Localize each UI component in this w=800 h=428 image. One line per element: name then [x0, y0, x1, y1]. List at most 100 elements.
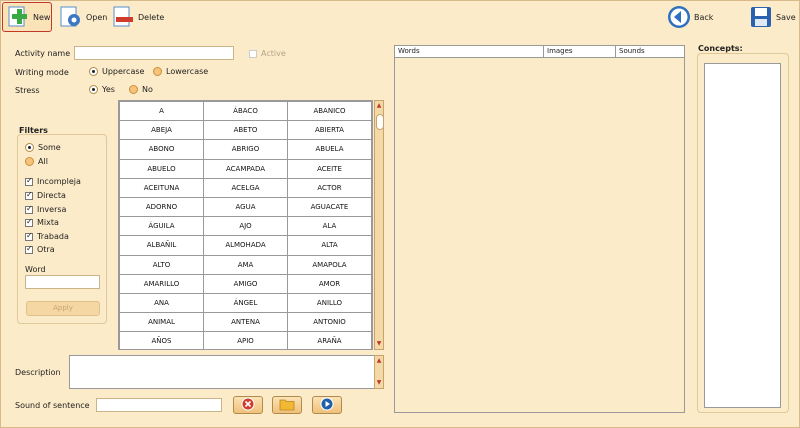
directa-checkbox[interactable] [25, 190, 33, 200]
description-scrollbar[interactable]: ▲ ▼ [374, 355, 384, 389]
lowercase-radio[interactable] [153, 67, 162, 76]
incompleja-checkbox[interactable] [25, 176, 33, 186]
sound-input[interactable] [96, 398, 222, 412]
word-cell[interactable]: AÑOS [119, 331, 204, 349]
save-button[interactable]: Save [746, 2, 799, 32]
stress-no-radio[interactable] [129, 85, 138, 94]
word-grid-row: ANA ÁNGEL ANILLO [119, 292, 372, 314]
clear-sound-button[interactable] [233, 396, 263, 414]
inversa-checkbox[interactable] [25, 204, 33, 214]
concepts-list[interactable] [704, 63, 781, 408]
some-radio[interactable] [25, 143, 34, 152]
word-cell[interactable]: ABIERTA [287, 120, 372, 141]
word-cell[interactable]: AJO [203, 216, 288, 237]
word-cell[interactable]: ALTO [119, 254, 204, 275]
back-button[interactable]: Back [664, 2, 716, 32]
word-grid-scrollbar[interactable]: ▲ ▼ [374, 100, 384, 350]
delete-label: Delete [138, 12, 165, 22]
word-cell[interactable]: ABUELA [287, 139, 372, 160]
word-cell[interactable]: ALTA [287, 235, 372, 256]
scroll-up-icon[interactable]: ▲ [375, 102, 383, 110]
word-grid-row: ANIMAL ANTENA ANTONIO [119, 312, 372, 333]
stress-no-label: No [142, 85, 153, 94]
word-cell[interactable]: ANA [119, 292, 204, 314]
word-cell[interactable]: A [119, 101, 204, 122]
scroll-thumb[interactable] [376, 114, 384, 130]
filter-directa[interactable]: Directa [25, 190, 66, 200]
word-cell[interactable]: ANTONIO [287, 312, 372, 333]
folder-icon [279, 398, 295, 413]
word-cell[interactable]: ACTOR [287, 177, 372, 198]
word-cell[interactable]: ACEITUNA [119, 177, 204, 198]
word-cell[interactable]: ACELGA [203, 177, 288, 198]
filter-mixta[interactable]: Mixta [25, 217, 59, 227]
word-cell[interactable]: ABRIGO [203, 139, 288, 160]
word-cell[interactable]: AMAPOLA [287, 254, 372, 275]
word-cell[interactable]: ADORNO [119, 196, 204, 218]
word-cell[interactable]: ANILLO [287, 292, 372, 314]
word-cell[interactable]: ÁBACO [203, 101, 288, 122]
word-cell[interactable]: ARAÑA [287, 331, 372, 349]
all-radio[interactable] [25, 157, 34, 166]
word-cell[interactable]: ABUELO [119, 158, 204, 179]
writing-mode-lowercase-option[interactable]: Lowercase [153, 67, 208, 76]
uppercase-radio[interactable] [89, 67, 98, 76]
otra-checkbox[interactable] [25, 244, 33, 254]
stress-label: Stress [15, 86, 40, 95]
word-cell[interactable]: AMOR [287, 273, 372, 294]
sound-label: Sound of sentence [15, 401, 90, 410]
stress-no-option[interactable]: No [129, 85, 153, 94]
writing-mode-uppercase-option[interactable]: Uppercase [89, 67, 144, 76]
word-cell[interactable]: ALA [287, 216, 372, 237]
word-cell[interactable]: ABEJA [119, 120, 204, 141]
word-cell[interactable]: ABETO [203, 120, 288, 141]
delete-button[interactable]: Delete [108, 2, 167, 32]
stress-yes-radio[interactable] [89, 85, 98, 94]
all-label: All [38, 157, 48, 166]
word-cell[interactable]: ABONO [119, 139, 204, 160]
filter-otra[interactable]: Otra [25, 244, 55, 254]
words-column-header[interactable]: Words [395, 46, 544, 57]
word-cell[interactable]: AMIGO [203, 273, 288, 294]
word-cell[interactable]: AMA [203, 254, 288, 275]
trabada-checkbox[interactable] [25, 231, 33, 241]
some-label: Some [38, 143, 61, 152]
active-checkbox[interactable] [249, 49, 257, 58]
word-cell[interactable]: ÁGUILA [119, 216, 204, 237]
description-scroll-down-icon[interactable]: ▼ [375, 379, 383, 387]
filter-all-option[interactable]: All [25, 157, 48, 166]
mixta-checkbox[interactable] [25, 217, 33, 227]
word-cell[interactable]: ANTENA [203, 312, 288, 333]
word-cell[interactable]: AMARILLO [119, 273, 204, 294]
filter-some-option[interactable]: Some [25, 143, 61, 152]
word-cell[interactable]: AGUACATE [287, 196, 372, 218]
open-button[interactable]: Open [56, 2, 110, 32]
word-cell[interactable]: ACAMPADA [203, 158, 288, 179]
word-cell[interactable]: ANIMAL [119, 312, 204, 333]
description-textarea[interactable] [69, 355, 375, 389]
scroll-down-icon[interactable]: ▼ [375, 340, 383, 348]
word-cell[interactable]: APIO [203, 331, 288, 349]
play-sound-button[interactable] [312, 396, 342, 414]
word-cell[interactable]: ACEITE [287, 158, 372, 179]
back-label: Back [694, 12, 714, 22]
word-cell[interactable]: ÁNGEL [203, 292, 288, 314]
description-scroll-up-icon[interactable]: ▲ [375, 357, 383, 365]
sounds-column-header[interactable]: Sounds [616, 46, 684, 57]
activity-name-input[interactable] [74, 46, 234, 60]
new-button[interactable]: New [2, 2, 52, 32]
filter-incompleja[interactable]: Incompleja [25, 176, 81, 186]
stress-yes-option[interactable]: Yes [89, 85, 115, 94]
word-cell[interactable]: ALMOHADA [203, 235, 288, 256]
word-cell[interactable]: ABANICO [287, 101, 372, 122]
apply-button[interactable]: Apply [26, 301, 100, 316]
word-cell[interactable]: ALBAÑIL [119, 235, 204, 256]
browse-sound-button[interactable] [272, 396, 302, 414]
word-cell[interactable]: AGUA [203, 196, 288, 218]
active-checkbox-row[interactable]: Active [249, 49, 286, 58]
images-column-header[interactable]: Images [544, 46, 616, 57]
word-filter-input[interactable] [25, 275, 100, 289]
uppercase-label: Uppercase [102, 67, 145, 76]
filter-trabada[interactable]: Trabada [25, 231, 69, 241]
filter-inversa[interactable]: Inversa [25, 204, 66, 214]
